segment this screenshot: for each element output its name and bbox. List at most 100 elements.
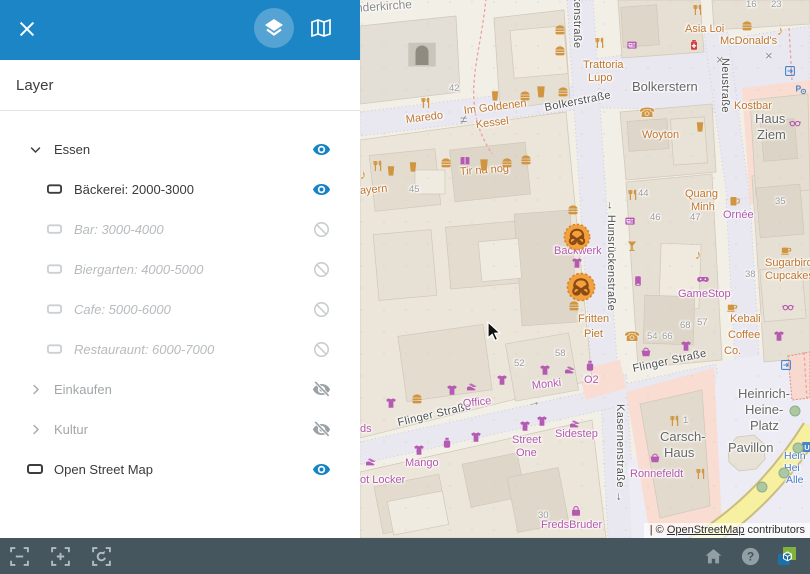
music-note-icon: ♪ [695, 248, 702, 261]
blocked-icon[interactable] [311, 259, 331, 279]
blocked-icon[interactable] [311, 339, 331, 359]
map-label-mango: Mango [405, 458, 439, 470]
close-icon[interactable] [16, 18, 38, 40]
basket-icon [640, 346, 652, 358]
map-label-heinrich: Heinrich- [738, 387, 790, 401]
layer-label: Biergarten: 4000-5000 [74, 262, 311, 277]
map-label-platz: Platz [750, 419, 779, 433]
layer-item-b-ckerei-2000-3000[interactable]: Bäckerei: 2000-3000 [0, 169, 360, 209]
visibility-off-icon[interactable] [311, 419, 331, 439]
fork-knife-icon [695, 468, 707, 480]
perfume-icon [584, 360, 596, 372]
map-label-57: 57 [697, 318, 708, 328]
tree-icon [756, 481, 768, 493]
layer-swatch-icon [47, 264, 62, 274]
layer-item-essen[interactable]: Essen [0, 129, 360, 169]
layer-label: Bar: 3000-4000 [74, 222, 311, 237]
fork-knife-icon [669, 415, 681, 427]
burger-icon [411, 393, 423, 405]
map-label-ayern: ayern [360, 184, 388, 198]
layer-tree: Essen Bäckerei: 2000-3000 Bar: 3000-4000 Bi… [0, 111, 360, 489]
expander-down-icon[interactable] [26, 142, 44, 157]
attribution-prefix: | © [650, 524, 667, 536]
drink-cup-icon [489, 90, 501, 102]
map-label-coffee: Coffee [728, 330, 760, 342]
layer-item-restauraunt-6000-7000[interactable]: Restauraunt: 6000-7000 [0, 329, 360, 369]
map-label-45: 45 [409, 185, 420, 195]
extent-reset-button[interactable] [90, 545, 112, 567]
map-label-hunsr-ckenstra-e: → Hunsrückenstraße [604, 200, 616, 311]
map-label-23: 23 [771, 0, 782, 10]
map-label-54: 54 [647, 332, 658, 342]
map-label-47: 47 [690, 213, 701, 223]
coffee-cup-icon [780, 244, 792, 256]
map-label-quang: Quang [685, 189, 718, 201]
layer-label: Essen [54, 142, 311, 157]
burger-icon [440, 157, 452, 169]
map-label-66: 66 [662, 332, 673, 342]
map-label-haus: Haus [755, 112, 785, 126]
map-label-one: One [516, 448, 537, 460]
layer-label: Kultur [54, 422, 311, 437]
map-label-30: 30 [538, 511, 549, 521]
tree-icon [792, 442, 804, 454]
map-label-fredsbruder: FredsBruder [541, 520, 602, 532]
layer-item-kultur[interactable]: Kultur [0, 409, 360, 449]
svg-text:P: P [796, 84, 802, 94]
visibility-off-icon[interactable] [311, 379, 331, 399]
map-label-carsch: Carsch- [660, 430, 706, 444]
app-logo-button[interactable] [776, 545, 798, 567]
layer-item-bar-3000-4000[interactable]: Bar: 3000-4000 [0, 209, 360, 249]
bakery-marker-icon[interactable] [563, 223, 591, 251]
visibility-on-icon[interactable] [311, 139, 331, 159]
visibility-on-icon[interactable] [311, 459, 331, 479]
beer-mug-icon [729, 195, 741, 207]
map-label-ot-locker: ot Locker [360, 475, 405, 487]
layer-item-open-street-map[interactable]: Open Street Map [0, 449, 360, 489]
extent-zoom-out-button[interactable] [8, 545, 30, 567]
tshirt-icon [536, 415, 548, 427]
burger-icon [567, 204, 579, 216]
pharmacy-icon [688, 39, 700, 51]
visibility-on-icon[interactable] [311, 179, 331, 199]
expander-right-icon[interactable] [26, 422, 44, 437]
fork-knife-icon [594, 37, 606, 49]
fork-knife-icon [627, 189, 639, 201]
map-tool-button[interactable] [309, 17, 333, 41]
layer-item-cafe-5000-6000[interactable]: Cafe: 5000-6000 [0, 289, 360, 329]
blocked-icon[interactable] [311, 299, 331, 319]
handbag-icon [570, 505, 582, 517]
home-button[interactable] [702, 545, 724, 567]
cocktail-icon [626, 240, 638, 252]
newspaper-icon [624, 215, 636, 227]
map-label-gamestop: GameStop [678, 289, 731, 301]
perfume-icon [441, 437, 453, 449]
map-label-orn-e: Ornée [723, 210, 754, 222]
layer-item-biergarten-4000-5000[interactable]: Biergarten: 4000-5000 [0, 249, 360, 289]
openstreetmap-link[interactable]: OpenStreetMap [667, 524, 745, 536]
fork-knife-icon [692, 4, 704, 16]
map-label-bolkerstern: Bolkerstern [632, 80, 698, 94]
tshirt-icon [539, 364, 551, 376]
blocked-icon[interactable] [311, 219, 331, 239]
map-label-35: 35 [775, 197, 786, 207]
gate-cross-icon: × [765, 49, 773, 62]
bakery-marker-icon[interactable] [566, 272, 596, 302]
extent-zoom-in-button[interactable] [49, 545, 71, 567]
map-label-16: 16 [746, 0, 757, 10]
expander-right-icon[interactable] [26, 382, 44, 397]
newspaper-icon [626, 39, 638, 51]
fork-knife-icon [372, 160, 384, 172]
level-crossing-icon: ≠ [460, 113, 467, 126]
mobile-phone-icon [632, 275, 644, 287]
layers-tool-button[interactable] [254, 8, 294, 48]
toolbar-left-group [0, 545, 112, 567]
tree-icon [789, 405, 801, 417]
shoes-icon [365, 456, 377, 468]
help-button[interactable]: ? [739, 545, 761, 567]
svg-text:U: U [804, 443, 809, 452]
entrance-door-icon [780, 359, 792, 371]
map-viewport[interactable]: nderkircheBolkerstraßekenstraße→ Hunsrüc… [360, 0, 810, 538]
layer-item-einkaufen[interactable]: Einkaufen [0, 369, 360, 409]
drink-cup-icon [534, 85, 548, 99]
